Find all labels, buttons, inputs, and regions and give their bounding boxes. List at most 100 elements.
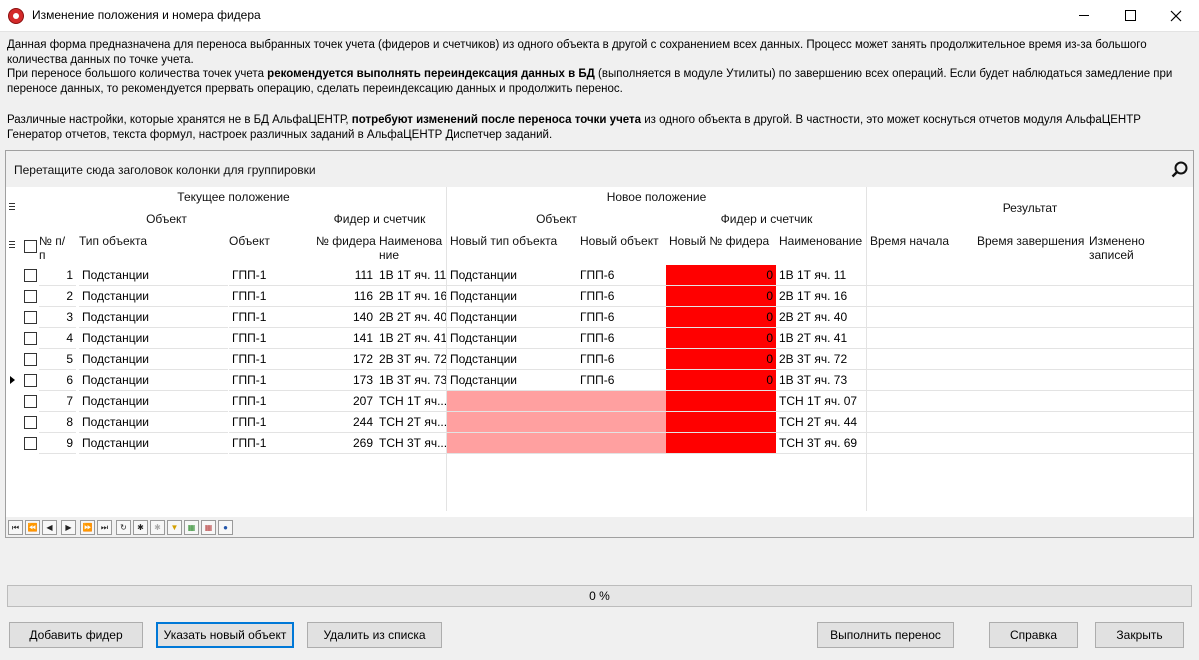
feeder-grid[interactable]: Перетащите сюда заголовок колонки для гр…: [5, 150, 1194, 538]
cell-new-name[interactable]: 2В 2Т яч. 40: [776, 307, 866, 328]
cell-new-object-type[interactable]: Подстанции: [447, 265, 577, 286]
cell-object-type[interactable]: Подстанции: [79, 391, 228, 412]
cell-new-object-type[interactable]: Подстанции: [447, 370, 577, 391]
col-header-new-object[interactable]: Новый объект: [580, 234, 666, 250]
cell-feeder-number[interactable]: 140: [313, 307, 376, 328]
cell-new-object[interactable]: ГПП-6: [577, 370, 666, 391]
cell-num[interactable]: 1: [39, 265, 76, 286]
select-all-checkbox[interactable]: [24, 240, 37, 253]
cell-start-time[interactable]: [867, 370, 974, 391]
next-page-button[interactable]: ⏩: [80, 520, 95, 535]
cell-start-time[interactable]: [867, 433, 974, 454]
export-icon[interactable]: ▦: [184, 520, 199, 535]
band-current-position[interactable]: Текущее положение: [21, 190, 446, 206]
remove-from-list-button[interactable]: Удалить из списка: [307, 622, 442, 648]
cell-object-type[interactable]: Подстанции: [79, 349, 228, 370]
prev-record-button[interactable]: ◀: [42, 520, 57, 535]
cell-name[interactable]: 2В 1Т яч. 16: [376, 286, 446, 307]
col-header-end-time[interactable]: Время завершения: [977, 234, 1087, 250]
cell-end-time[interactable]: [974, 370, 1086, 391]
refresh-button[interactable]: ↻: [116, 520, 131, 535]
cell-end-time[interactable]: [974, 412, 1086, 433]
row-checkbox[interactable]: [24, 353, 37, 366]
band-chooser-icon[interactable]: [9, 203, 15, 211]
cell-name[interactable]: 2В 3Т яч. 72: [376, 349, 446, 370]
cell-name[interactable]: ТСН 1Т яч....: [376, 391, 446, 412]
minimize-button[interactable]: [1061, 0, 1107, 31]
cell-new-feeder-number[interactable]: 0: [666, 307, 776, 328]
cell-new-name[interactable]: ТСН 1Т яч. 07: [776, 391, 866, 412]
cell-end-time[interactable]: [974, 265, 1086, 286]
row-checkbox[interactable]: [24, 416, 37, 429]
cell-new-object[interactable]: ГПП-6: [577, 286, 666, 307]
cell-object[interactable]: ГПП-1: [229, 349, 313, 370]
cell-feeder-number[interactable]: 116: [313, 286, 376, 307]
cell-new-feeder-number[interactable]: [666, 391, 776, 412]
prev-page-button[interactable]: ⏪: [25, 520, 40, 535]
cell-changed-records[interactable]: [1086, 349, 1193, 370]
cell-end-time[interactable]: [974, 286, 1086, 307]
col-header-new-name[interactable]: Наименование: [779, 234, 867, 250]
group-by-area[interactable]: Перетащите сюда заголовок колонки для гр…: [6, 151, 1193, 187]
cell-name[interactable]: ТСН 2Т яч....: [376, 412, 446, 433]
cell-start-time[interactable]: [867, 286, 974, 307]
close-button[interactable]: Закрыть: [1095, 622, 1184, 648]
cell-start-time[interactable]: [867, 265, 974, 286]
cell-new-feeder-number[interactable]: 0: [666, 286, 776, 307]
delete-record-button[interactable]: ✱: [150, 520, 165, 535]
band-current-feeder[interactable]: Фидер и счетчик: [313, 212, 446, 228]
last-record-button[interactable]: ⏭: [97, 520, 112, 535]
cell-start-time[interactable]: [867, 412, 974, 433]
cell-object[interactable]: ГПП-1: [229, 265, 313, 286]
cell-name[interactable]: 1В 1Т яч. 11: [376, 265, 446, 286]
band-result[interactable]: Результат: [867, 201, 1193, 217]
cell-new-object-type[interactable]: Подстанции: [447, 349, 577, 370]
row-checkbox[interactable]: [24, 395, 37, 408]
cell-object[interactable]: ГПП-1: [229, 370, 313, 391]
cell-new-object[interactable]: ГПП-6: [577, 349, 666, 370]
cell-changed-records[interactable]: [1086, 328, 1193, 349]
cell-changed-records[interactable]: [1086, 391, 1193, 412]
cell-feeder-number[interactable]: 173: [313, 370, 376, 391]
col-header-object-type[interactable]: Тип объекта: [79, 234, 224, 250]
cell-object[interactable]: ГПП-1: [229, 433, 313, 454]
cell-new-feeder-number[interactable]: [666, 433, 776, 454]
next-record-button[interactable]: ▶: [61, 520, 76, 535]
cell-object-type[interactable]: Подстанции: [79, 286, 228, 307]
row-checkbox[interactable]: [24, 269, 37, 282]
col-header-changed-records[interactable]: Изменено записей: [1089, 234, 1169, 264]
cell-object[interactable]: ГПП-1: [229, 328, 313, 349]
column-chooser-icon[interactable]: [9, 241, 15, 249]
row-checkbox[interactable]: [24, 290, 37, 303]
cell-new-name[interactable]: ТСН 3Т яч. 69: [776, 433, 866, 454]
cell-num[interactable]: 2: [39, 286, 76, 307]
cell-object-type[interactable]: Подстанции: [79, 265, 228, 286]
cell-changed-records[interactable]: [1086, 307, 1193, 328]
cell-feeder-number[interactable]: 172: [313, 349, 376, 370]
cell-num[interactable]: 5: [39, 349, 76, 370]
cell-new-feeder-number[interactable]: 0: [666, 349, 776, 370]
cell-object[interactable]: ГПП-1: [229, 307, 313, 328]
cell-object-type[interactable]: Подстанции: [79, 412, 228, 433]
cell-num[interactable]: 8: [39, 412, 76, 433]
cell-start-time[interactable]: [867, 349, 974, 370]
cell-new-name[interactable]: 1В 3Т яч. 73: [776, 370, 866, 391]
cell-new-name[interactable]: 1В 2Т яч. 41: [776, 328, 866, 349]
cell-num[interactable]: 4: [39, 328, 76, 349]
cell-new-name[interactable]: 2В 1Т яч. 16: [776, 286, 866, 307]
cell-end-time[interactable]: [974, 433, 1086, 454]
col-header-object[interactable]: Объект: [229, 234, 309, 250]
cell-new-object-type[interactable]: [447, 412, 577, 433]
cell-new-name[interactable]: 2В 3Т яч. 72: [776, 349, 866, 370]
band-new-position[interactable]: Новое положение: [447, 190, 866, 206]
insert-record-button[interactable]: ✱: [133, 520, 148, 535]
cell-num[interactable]: 3: [39, 307, 76, 328]
cell-start-time[interactable]: [867, 391, 974, 412]
cell-changed-records[interactable]: [1086, 265, 1193, 286]
find-icon[interactable]: ●: [218, 520, 233, 535]
cell-num[interactable]: 6: [39, 370, 76, 391]
cell-feeder-number[interactable]: 111: [313, 265, 376, 286]
col-header-new-object-type[interactable]: Новый тип объекта: [450, 234, 578, 250]
cell-feeder-number[interactable]: 269: [313, 433, 376, 454]
cell-new-object-type[interactable]: Подстанции: [447, 286, 577, 307]
